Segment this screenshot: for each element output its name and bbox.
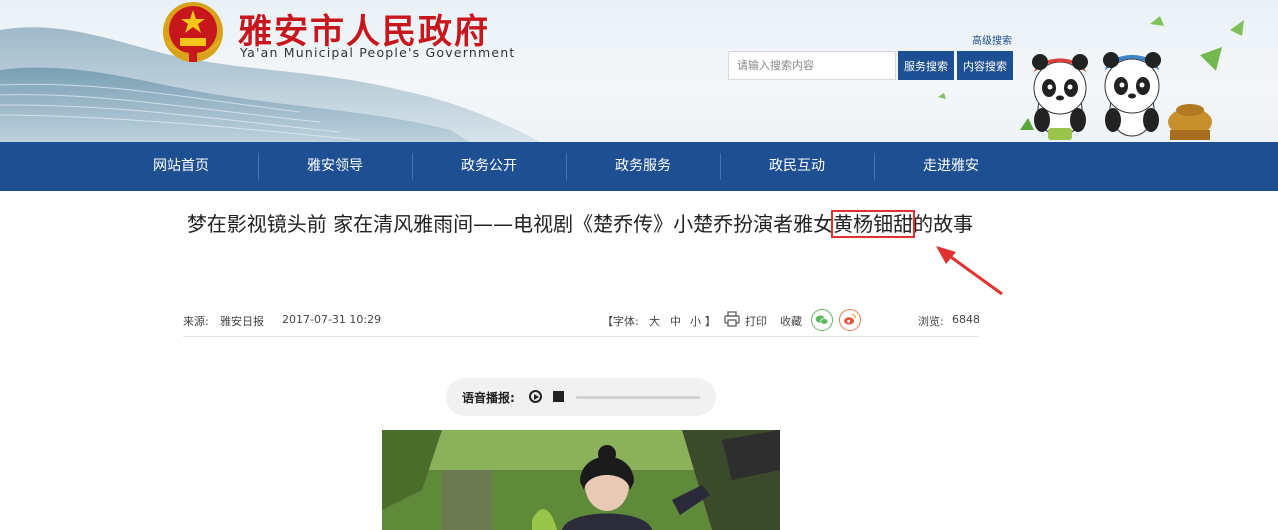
views-count: 6848 xyxy=(952,313,980,326)
header-banner: 雅安市人民政府 Ya'an Municipal People's Governm… xyxy=(0,0,1278,142)
panda-mascots-illustration xyxy=(1020,20,1244,140)
audio-progress-bar[interactable] xyxy=(576,396,700,399)
source-label: 来源: xyxy=(183,315,209,328)
site-subtitle: Ya'an Municipal People's Government xyxy=(240,45,516,60)
article-headline: 梦在影视镜头前 家在清风雅雨间——电视剧《楚乔传》小楚乔扮演者雅女黄杨钿甜的故事 xyxy=(180,204,980,244)
font-size-large-button[interactable]: 大 xyxy=(649,313,660,329)
source-value: 雅安日报 xyxy=(220,315,264,328)
wechat-icon[interactable] xyxy=(811,309,833,331)
publish-date: 2017-07-31 10:29 xyxy=(282,313,382,326)
article-photo xyxy=(382,430,780,530)
national-emblem-icon xyxy=(163,2,223,62)
favorite-button[interactable]: 收藏 xyxy=(780,313,802,329)
font-size-small-button[interactable]: 小 xyxy=(690,313,701,329)
views-label: 浏览: xyxy=(918,315,944,328)
nav-item-home[interactable]: 网站首页 xyxy=(104,142,258,191)
nav-item-gov-affairs-public[interactable]: 政务公开 xyxy=(412,142,566,191)
font-size-bracket: 】 xyxy=(705,315,716,328)
audio-player-label: 语音播报: xyxy=(462,391,515,405)
nav-item-leaders[interactable]: 雅安领导 xyxy=(258,142,412,191)
play-icon[interactable] xyxy=(529,390,542,403)
headline-text-after: 的故事 xyxy=(913,212,974,236)
search-input[interactable] xyxy=(728,51,896,80)
headline-text-before: 梦在影视镜头前 家在清风雅雨间——电视剧《楚乔传》小楚乔扮演者雅女 xyxy=(186,212,834,236)
main-nav: 网站首页 雅安领导 政务公开 政务服务 政民互动 走进雅安 xyxy=(0,142,1278,191)
annotation-arrow-icon xyxy=(936,246,1003,296)
print-icon[interactable] xyxy=(724,311,740,327)
font-size-medium-button[interactable]: 中 xyxy=(670,313,681,329)
nav-item-about-yaan[interactable]: 走进雅安 xyxy=(874,142,1028,191)
print-button[interactable]: 打印 xyxy=(745,313,767,329)
service-search-button[interactable]: 服务搜索 xyxy=(898,51,954,80)
weibo-icon[interactable] xyxy=(839,309,861,331)
audio-player: 语音播报: xyxy=(446,378,716,416)
nav-item-gov-services[interactable]: 政务服务 xyxy=(566,142,720,191)
nav-item-interaction[interactable]: 政民互动 xyxy=(720,142,874,191)
highlighted-name: 黄杨钿甜 xyxy=(831,210,916,238)
stop-icon[interactable] xyxy=(553,391,564,402)
font-size-label: 【字体: xyxy=(602,315,639,328)
meta-divider xyxy=(183,336,979,337)
